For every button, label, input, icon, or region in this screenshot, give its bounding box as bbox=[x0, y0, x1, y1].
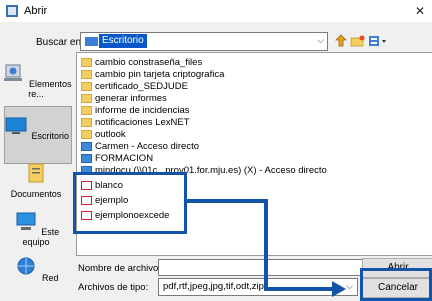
new-folder-icon[interactable] bbox=[350, 32, 366, 50]
places-bar: Elementos re... Escritorio Documentos Es… bbox=[0, 52, 72, 301]
filetype-value: pdf,rtf,jpeg,jpg,tif,odt,zip bbox=[163, 281, 264, 292]
up-folder-icon[interactable] bbox=[334, 32, 348, 50]
lookin-combo[interactable]: Escritorio ⌵ bbox=[80, 32, 328, 51]
place-this-pc[interactable]: Este equipo bbox=[0, 210, 72, 247]
folder-icon bbox=[81, 129, 92, 139]
place-desktop[interactable]: Escritorio bbox=[0, 106, 72, 164]
folder-icon bbox=[81, 69, 92, 79]
list-item[interactable]: certificado_SEDJUDE bbox=[81, 81, 188, 92]
computer-icon bbox=[16, 212, 36, 230]
folder-icon bbox=[81, 93, 92, 103]
list-item[interactable]: outlook bbox=[81, 129, 126, 140]
filetype-label: Archivos de tipo: bbox=[78, 282, 149, 293]
lookin-label: Buscar en: bbox=[36, 37, 84, 48]
documents-icon bbox=[28, 163, 44, 183]
lookin-value: Escritorio bbox=[99, 34, 147, 48]
shortcut-icon bbox=[81, 141, 92, 151]
annotation-connector bbox=[264, 287, 334, 291]
place-label: Red bbox=[42, 273, 59, 283]
annotation-highlight-cancel bbox=[360, 268, 432, 301]
place-documents[interactable]: Documentos bbox=[0, 162, 72, 199]
place-label: Documentos bbox=[10, 189, 62, 199]
chevron-down-icon: ⌵ bbox=[317, 35, 324, 45]
filename-label: Nombre de archivo: bbox=[78, 263, 161, 274]
folder-icon bbox=[81, 57, 92, 67]
place-recent[interactable]: Elementos re... bbox=[0, 62, 72, 99]
desktop-folder-icon bbox=[85, 37, 98, 46]
list-item[interactable]: cambio pin tarjeta criptografica bbox=[81, 69, 224, 80]
desktop-icon bbox=[5, 117, 27, 134]
list-item[interactable]: FORMACION bbox=[81, 153, 153, 164]
place-network[interactable]: Red bbox=[0, 256, 72, 283]
annotation-arrowhead bbox=[332, 281, 346, 297]
shortcut-icon bbox=[81, 153, 92, 163]
place-label: Escritorio bbox=[31, 131, 70, 141]
title-bar: Abrir ✕ bbox=[0, 0, 432, 22]
recent-items-icon bbox=[4, 64, 23, 81]
list-item[interactable]: generar informes bbox=[81, 93, 167, 104]
close-icon[interactable]: ✕ bbox=[408, 0, 432, 22]
list-item[interactable]: informe de incidencias bbox=[81, 105, 190, 116]
view-menu-icon[interactable] bbox=[368, 32, 388, 50]
list-item[interactable]: notificaciones LexNET bbox=[81, 117, 190, 128]
list-item[interactable]: Carmen - Acceso directo bbox=[81, 141, 199, 152]
java-app-icon bbox=[6, 5, 18, 17]
annotation-connector bbox=[186, 199, 268, 203]
window-title: Abrir bbox=[24, 5, 48, 17]
folder-icon bbox=[81, 81, 92, 91]
network-icon bbox=[17, 257, 35, 275]
folder-icon bbox=[81, 117, 92, 127]
annotation-connector bbox=[264, 199, 268, 291]
chevron-down-icon: ⌵ bbox=[346, 281, 353, 291]
place-label: Elementos re... bbox=[28, 79, 72, 99]
annotation-highlight-pdfs bbox=[73, 172, 187, 234]
list-item[interactable]: cambio constraseña_files bbox=[81, 57, 202, 68]
folder-icon bbox=[81, 105, 92, 115]
